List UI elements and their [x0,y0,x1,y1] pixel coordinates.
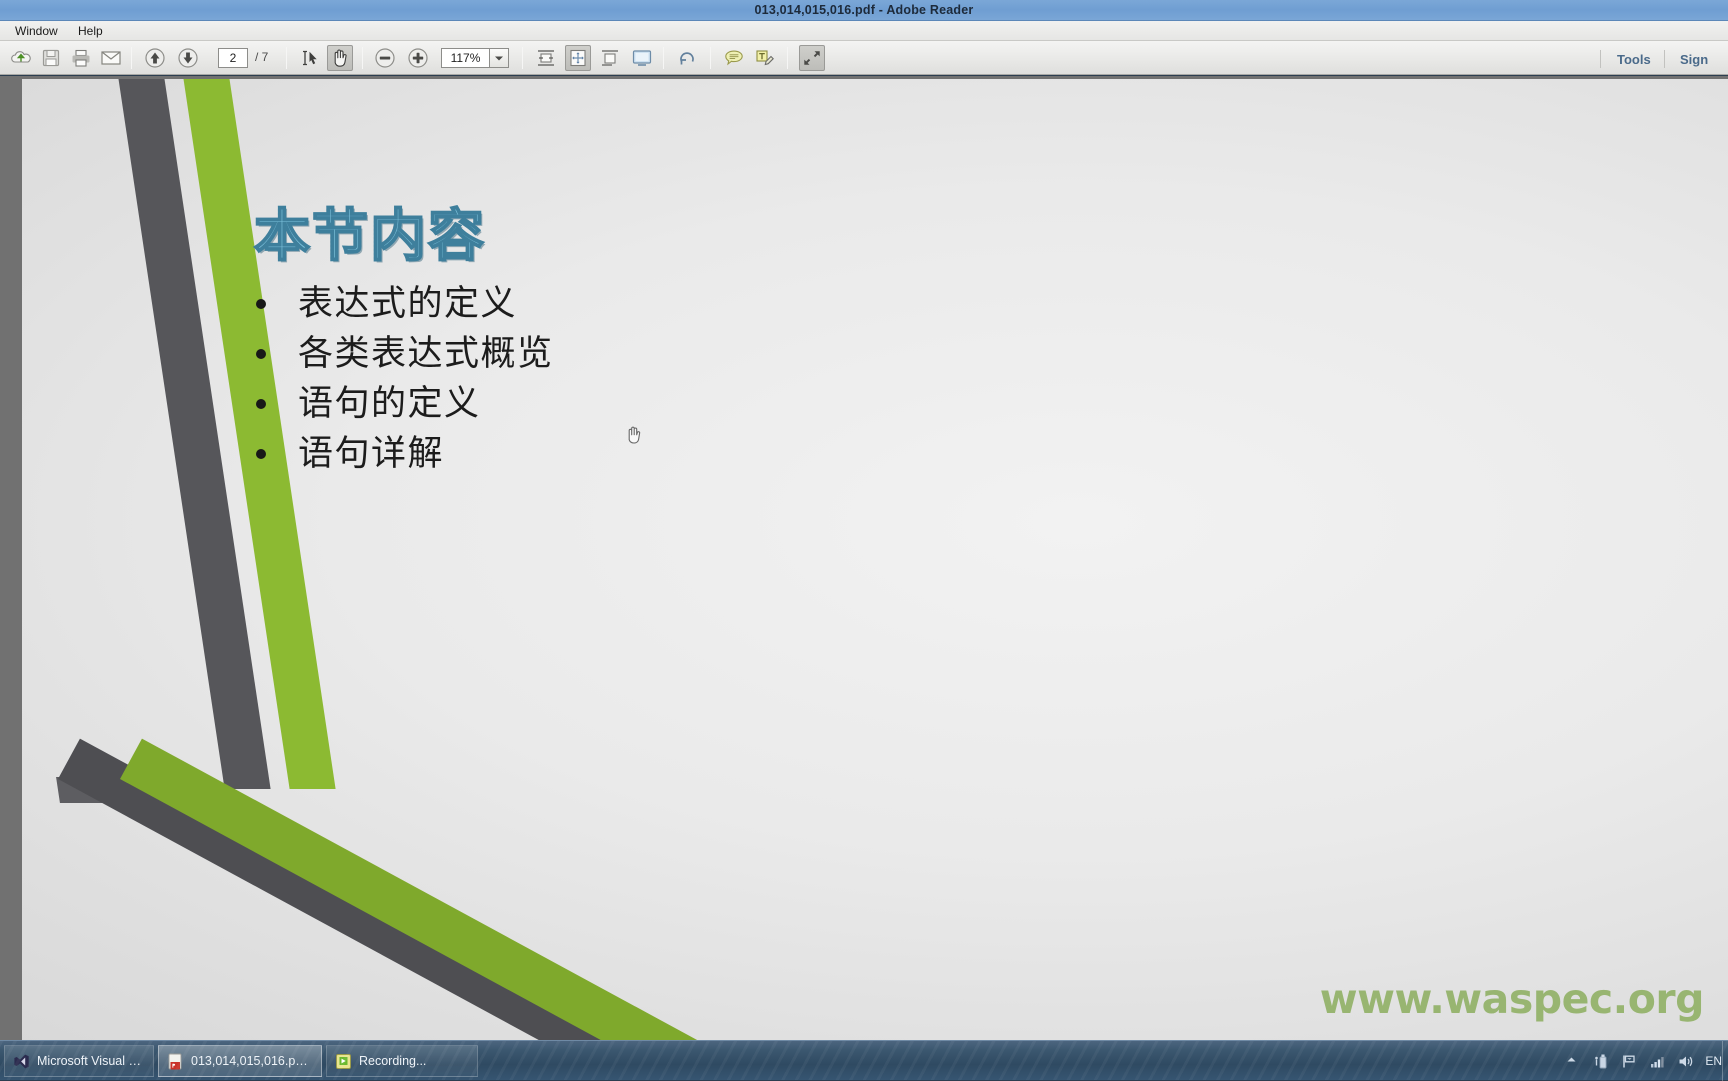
list-item: 各类表达式概览 [256,325,956,375]
system-tray: EN [1565,1041,1722,1081]
toolbar-separator-2 [286,47,287,69]
bullet-text: 各类表达式概览 [298,334,554,374]
toolbar-separator-1 [131,47,132,69]
menu-help[interactable]: Help [73,23,108,39]
toolbar: 2 .pagebox{left:218px;} / 7 117% [0,41,1728,75]
zoom-out-icon[interactable] [372,45,398,71]
tools-button[interactable]: Tools [1617,52,1651,67]
usb-device-icon[interactable] [1593,1053,1610,1070]
rotate-view-icon[interactable] [674,45,700,71]
slide-title: 本节内容 [253,191,486,272]
chevron-down-icon[interactable] [489,48,509,68]
bullet-text: 表达式的定义 [298,284,518,324]
share-cloud-icon[interactable] [8,45,34,71]
slide-bullet-list: 表达式的定义 各类表达式概览 语句的定义 语句详解 [256,275,956,475]
input-language-indicator[interactable]: EN [1705,1054,1722,1068]
sticky-note-icon[interactable] [721,45,747,71]
toolbar-separator-6 [710,47,711,69]
email-icon[interactable] [98,45,124,71]
windows-taskbar: Microsoft Visual Stu... 013,014,015,016.… [0,1040,1728,1081]
previous-page-icon[interactable] [142,45,168,71]
save-disk-icon[interactable] [38,45,64,71]
fullscreen-icon[interactable] [799,45,825,71]
toolbar-separator-3 [362,47,363,69]
taskbar-item-recording[interactable]: Recording... [326,1045,478,1077]
window-title-bar[interactable]: 013,014,015,016.pdf - Adobe Reader [0,0,1728,21]
taskbar-item-label: Microsoft Visual Stu... [37,1054,145,1068]
recorder-icon [335,1053,352,1070]
toolbar-separator-right [1600,50,1601,68]
window-title: 013,014,015,016.pdf - Adobe Reader [754,3,974,17]
hand-tool-icon[interactable] [327,45,353,71]
menu-window[interactable]: Window [10,23,63,39]
toolbar-separator-4 [522,47,523,69]
bullet-text: 语句详解 [298,434,445,474]
toolbar-separator-7 [787,47,788,69]
next-page-icon[interactable] [175,45,201,71]
print-icon[interactable] [68,45,94,71]
list-item: 语句详解 [256,425,956,475]
bullet-dot-icon [256,299,266,309]
show-desktop-button[interactable] [1722,1041,1728,1081]
taskbar-item-visual-studio[interactable]: Microsoft Visual Stu... [4,1045,154,1077]
visual-studio-icon [13,1053,30,1070]
bullet-dot-icon [256,449,266,459]
bullet-dot-icon [256,349,266,359]
volume-icon[interactable] [1677,1053,1694,1070]
taskbar-item-adobe-reader[interactable]: 013,014,015,016.pdf -... [158,1045,322,1077]
page-number-input[interactable]: 2 [218,48,248,68]
site-watermark: www.waspec.org [1319,975,1705,1023]
sign-button[interactable]: Sign [1680,52,1708,67]
list-item: 表达式的定义 [256,275,956,325]
toolbar-separator-right-2 [1664,50,1665,68]
bullet-text: 语句的定义 [298,384,481,424]
list-item: 语句的定义 [256,375,956,425]
zoom-level-input[interactable]: 117% [441,48,490,68]
bullet-dot-icon [256,399,266,409]
taskbar-item-label: Recording... [359,1054,427,1068]
highlight-text-icon[interactable] [752,45,778,71]
flag-action-center-icon[interactable] [1621,1053,1638,1070]
network-signal-icon[interactable] [1649,1053,1666,1070]
page-total-label: / 7 [255,50,269,64]
fit-visible-icon[interactable] [597,45,623,71]
menu-bar: Window Help [0,21,1728,41]
pdf-page[interactable]: 本节内容 表达式的定义 各类表达式概览 语句的定义 语句详解 www.waspe… [22,79,1728,1040]
chevron-up-icon[interactable] [1565,1053,1582,1070]
fit-page-icon[interactable] [565,45,591,71]
read-mode-icon[interactable] [629,45,655,71]
adobe-reader-icon [167,1053,184,1070]
zoom-in-icon[interactable] [405,45,431,71]
pdf-document-area[interactable]: 本节内容 表达式的定义 各类表达式概览 语句的定义 语句详解 www.waspe… [0,76,1728,1040]
toolbar-separator-5 [663,47,664,69]
select-text-icon[interactable] [296,45,322,71]
taskbar-item-label: 013,014,015,016.pdf -... [191,1054,313,1068]
fit-width-icon[interactable] [533,45,559,71]
